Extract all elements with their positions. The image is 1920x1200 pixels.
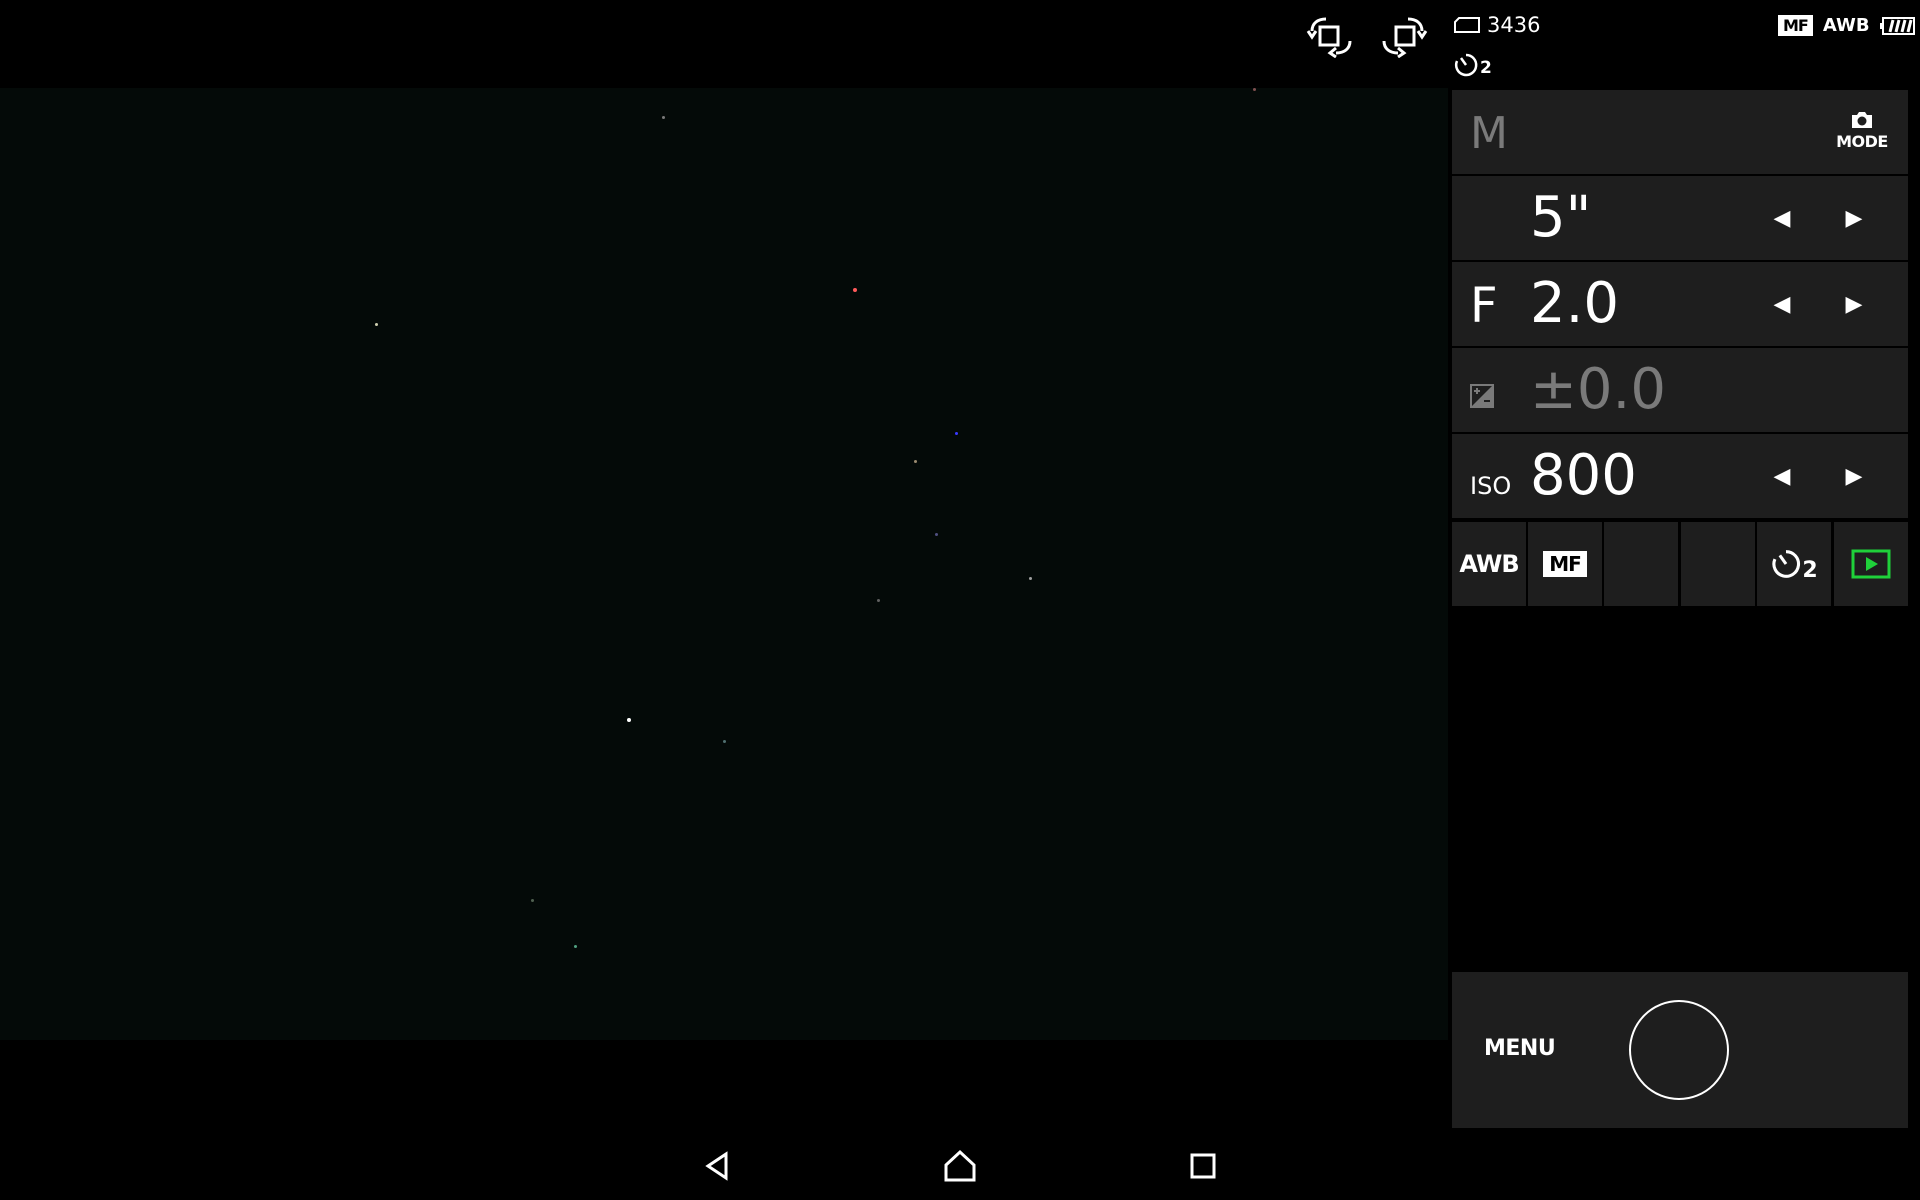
aperture-row: F 2.0 ◀ ▶ [1452, 262, 1908, 346]
shutter-area: MENU [1452, 972, 1908, 1128]
recents-button[interactable] [1178, 1146, 1226, 1186]
shutter-speed-decrease-button[interactable]: ◀ [1752, 188, 1812, 248]
star [627, 718, 631, 722]
mode-button[interactable]: MODE [1834, 110, 1890, 151]
self-timer-button[interactable]: 2 [1757, 522, 1831, 606]
shutter-button[interactable] [1629, 1000, 1729, 1100]
quick-setting-empty-1[interactable] [1604, 522, 1678, 606]
aperture-decrease-button[interactable]: ◀ [1752, 274, 1812, 334]
white-balance-button[interactable]: AWB [1452, 522, 1526, 606]
star [853, 288, 857, 292]
arrow-left-icon: ◀ [1773, 205, 1791, 231]
aperture-label: F [1470, 278, 1498, 334]
iso-increase-button[interactable]: ▶ [1824, 446, 1884, 506]
self-timer-icon [1454, 53, 1478, 77]
self-timer-status-value: 2 [1480, 58, 1492, 78]
iso-value: 800 [1530, 443, 1637, 508]
shots-remaining: 3436 [1453, 13, 1540, 37]
star [375, 323, 378, 326]
recents-icon [1190, 1153, 1216, 1179]
camera-icon [1852, 112, 1872, 128]
home-button[interactable] [936, 1146, 984, 1186]
back-icon [705, 1151, 728, 1181]
rotate-left-icon [1306, 17, 1352, 59]
memory-card-icon [1454, 17, 1480, 33]
live-view[interactable] [0, 88, 1448, 1040]
iso-decrease-button[interactable]: ◀ [1752, 446, 1812, 506]
playback-button[interactable] [1834, 522, 1908, 606]
arrow-left-icon: ◀ [1773, 291, 1791, 317]
shots-remaining-count: 3436 [1487, 13, 1541, 37]
rotate-left-button[interactable] [1306, 14, 1356, 59]
white-balance-status: AWB [1822, 15, 1870, 36]
exposure-comp-row: ±0.0 [1452, 348, 1908, 432]
star [1253, 88, 1256, 91]
menu-button[interactable]: MENU [1484, 1036, 1556, 1061]
star [662, 116, 665, 119]
home-icon [944, 1149, 976, 1182]
star [723, 740, 726, 743]
exposure-comp-value: ±0.0 [1530, 357, 1666, 422]
arrow-left-icon: ◀ [1773, 463, 1791, 489]
exposure-comp-icon [1470, 384, 1494, 408]
mode-button-label: MODE [1836, 132, 1888, 151]
arrow-right-icon: ▶ [1845, 205, 1863, 231]
self-timer-status: 2 [1453, 52, 1492, 78]
battery-icon [1879, 16, 1915, 35]
shutter-speed-value: 5" [1530, 185, 1592, 250]
quick-setting-empty-2[interactable] [1681, 522, 1755, 606]
iso-label: ISO [1470, 472, 1512, 500]
focus-mode-button[interactable]: MF [1528, 522, 1602, 606]
arrow-right-icon: ▶ [1845, 291, 1863, 317]
arrow-right-icon: ▶ [1845, 463, 1863, 489]
star [877, 599, 880, 602]
back-button[interactable] [694, 1146, 742, 1186]
aperture-value: 2.0 [1530, 271, 1620, 336]
star [935, 533, 938, 536]
self-timer-icon [1772, 550, 1801, 578]
focus-mode-button-label: MF [1543, 551, 1587, 577]
rotate-right-button[interactable] [1378, 14, 1428, 59]
star [1029, 577, 1032, 580]
aperture-increase-button[interactable]: ▶ [1824, 274, 1884, 334]
rotate-right-icon [1382, 17, 1428, 59]
shutter-speed-row: 5" ◀ ▶ [1452, 176, 1908, 260]
star [914, 460, 917, 463]
shutter-speed-increase-button[interactable]: ▶ [1824, 188, 1884, 248]
star [955, 432, 958, 435]
mode-row: M MODE [1452, 90, 1908, 174]
status-indicators: MF AWB [1778, 15, 1916, 36]
star [531, 899, 534, 902]
playback-icon [1851, 549, 1891, 579]
focus-mode-badge: MF [1778, 15, 1813, 36]
star [574, 945, 577, 948]
shooting-mode: M [1470, 108, 1508, 159]
iso-row: ISO 800 ◀ ▶ [1452, 434, 1908, 518]
white-balance-button-label: AWB [1459, 550, 1519, 578]
self-timer-button-value: 2 [1802, 557, 1818, 583]
